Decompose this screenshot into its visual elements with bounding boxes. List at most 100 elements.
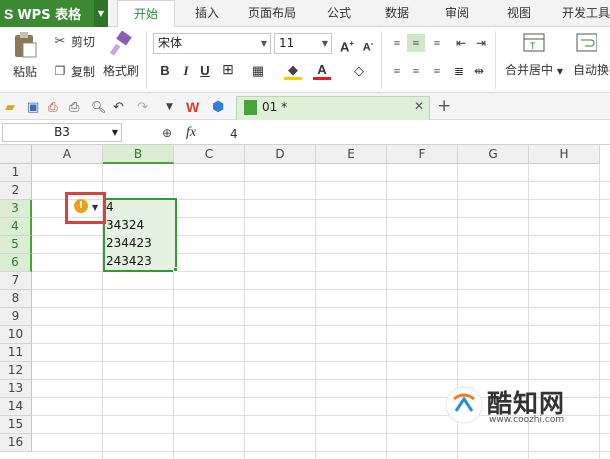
redo-button[interactable]: ↷: [137, 99, 148, 115]
fill-handle[interactable]: [173, 267, 178, 272]
underline-icon[interactable]: U: [196, 62, 214, 80]
wrap-text-button[interactable]: 自动换行: [573, 31, 610, 89]
column-header-f[interactable]: F: [387, 145, 458, 164]
merge-center-button[interactable]: T 合并居中 ▼: [503, 31, 565, 89]
row-header-9[interactable]: 9: [0, 308, 32, 326]
tab-data[interactable]: 数据: [374, 0, 420, 27]
print-button[interactable]: ⎙: [69, 99, 79, 115]
brush-icon: [109, 31, 132, 56]
column-header-b[interactable]: B: [103, 145, 174, 164]
row-gridline: [32, 289, 610, 290]
customize-toolbar-button[interactable]: ▼: [166, 99, 173, 115]
row-header-7[interactable]: 7: [0, 272, 32, 290]
row-header-6[interactable]: 6: [0, 254, 32, 272]
font-name-select[interactable]: 宋体 ▼: [153, 33, 271, 54]
format-painter-button[interactable]: 格式刷: [103, 31, 139, 89]
column-header-e[interactable]: E: [316, 145, 387, 164]
spreadsheet-file-icon: [244, 100, 257, 115]
row-header-5[interactable]: 5: [0, 236, 32, 254]
save-button[interactable]: ▣: [27, 99, 39, 115]
row-gridline: [32, 181, 610, 182]
row-header-14[interactable]: 14: [0, 398, 32, 416]
watermark-url: www.coozhi.com: [489, 415, 565, 425]
formula-input[interactable]: 4: [230, 125, 238, 142]
column-header-g[interactable]: G: [458, 145, 529, 164]
row-header-8[interactable]: 8: [0, 290, 32, 308]
select-all-corner[interactable]: [0, 145, 32, 164]
tab-insert[interactable]: 插入: [182, 0, 232, 27]
redo-icon: ↷: [137, 99, 148, 115]
app-name: WPS 表格: [17, 8, 82, 23]
increase-font-icon[interactable]: A+: [338, 35, 356, 54]
wrap-text-label: 自动换行: [573, 63, 610, 77]
cut-button[interactable]: ✂ 剪切: [52, 33, 95, 49]
decrease-font-icon[interactable]: A-: [359, 35, 377, 54]
row-header-12[interactable]: 12: [0, 362, 32, 380]
row-header-11[interactable]: 11: [0, 344, 32, 362]
chevron-down-icon[interactable]: ▼: [94, 0, 108, 27]
tab-developer[interactable]: 开发工具: [556, 0, 610, 27]
row-header-16[interactable]: 16: [0, 434, 32, 452]
name-box[interactable]: B3 ▼: [2, 123, 122, 142]
cloud-button[interactable]: ⬢: [212, 98, 224, 116]
open-folder-button[interactable]: ▰: [5, 99, 15, 115]
tab-view[interactable]: 视图: [496, 0, 542, 27]
align-bottom-icon[interactable]: ≡: [428, 34, 446, 52]
cut-label: 剪切: [71, 34, 96, 49]
row-header-13[interactable]: 13: [0, 380, 32, 398]
font-size-select[interactable]: 11 ▼: [274, 33, 332, 54]
paste-button[interactable]: 粘贴: [8, 31, 42, 89]
warning-icon[interactable]: !: [74, 199, 88, 213]
row-header-15[interactable]: 15: [0, 416, 32, 434]
tab-page-layout[interactable]: 页面布局: [240, 0, 304, 27]
align-top-icon[interactable]: ≡: [388, 34, 406, 52]
italic-icon[interactable]: I: [177, 62, 195, 80]
bold-icon[interactable]: B: [156, 62, 174, 80]
column-header-c[interactable]: C: [174, 145, 245, 164]
row-gridline: [32, 433, 610, 434]
print-preview-button[interactable]: 🔍︎: [91, 99, 106, 115]
row-header-1[interactable]: 1: [0, 164, 32, 182]
zoom-formula-button[interactable]: ⊕: [162, 124, 172, 142]
insert-function-button[interactable]: fx: [186, 124, 196, 142]
close-icon[interactable]: ✕: [414, 99, 424, 113]
indent-increase-icon[interactable]: ⇥: [472, 34, 490, 52]
font-color-icon[interactable]: A: [313, 62, 331, 80]
undo-button[interactable]: ↶: [113, 99, 124, 115]
justify-icon[interactable]: ≣: [450, 62, 468, 80]
column-header-d[interactable]: D: [245, 145, 316, 164]
tab-formulas[interactable]: 公式: [316, 0, 362, 27]
align-middle-icon[interactable]: ≡: [407, 34, 425, 52]
paste-label: 粘贴: [12, 65, 37, 79]
copy-button[interactable]: ❐ 复制: [52, 63, 95, 79]
chevron-down-icon[interactable]: ▼: [92, 203, 98, 212]
row-gridline: [32, 307, 610, 308]
app-menu-button[interactable]: S WPS 表格 ▼: [0, 0, 108, 27]
export-pdf-button[interactable]: ⎙: [48, 99, 58, 115]
row-header-4[interactable]: 4: [0, 218, 32, 236]
fill-color-icon[interactable]: ◆: [284, 62, 302, 80]
column-header-h[interactable]: H: [529, 145, 600, 164]
undo-icon: ↶: [113, 99, 124, 115]
row-header-2[interactable]: 2: [0, 182, 32, 200]
indent-decrease-icon[interactable]: ⇤: [452, 34, 470, 52]
tab-review[interactable]: 审阅: [434, 0, 480, 27]
distribute-icon[interactable]: ⇹: [470, 62, 488, 80]
wps-logo-icon: S: [4, 5, 14, 22]
align-center-icon[interactable]: ≡: [407, 62, 425, 80]
pdf-icon: ⎙: [48, 99, 58, 114]
column-header-a[interactable]: A: [32, 145, 103, 164]
tab-home[interactable]: 开始: [117, 0, 175, 28]
align-left-icon[interactable]: ≡: [388, 62, 406, 80]
align-right-icon[interactable]: ≡: [428, 62, 446, 80]
new-tab-button[interactable]: +: [437, 96, 451, 116]
borders-icon[interactable]: ⊞: [219, 62, 237, 80]
row-header-10[interactable]: 10: [0, 326, 32, 344]
fx-icon: fx: [186, 125, 197, 140]
wps-home-button[interactable]: W: [186, 98, 199, 116]
row-header-3[interactable]: 3: [0, 200, 32, 218]
document-tab[interactable]: 01 * ✕: [236, 96, 430, 120]
eraser-icon[interactable]: ◇: [350, 62, 368, 80]
column-gridline: [244, 164, 245, 459]
fill-pattern-icon[interactable]: ▦: [249, 62, 267, 80]
